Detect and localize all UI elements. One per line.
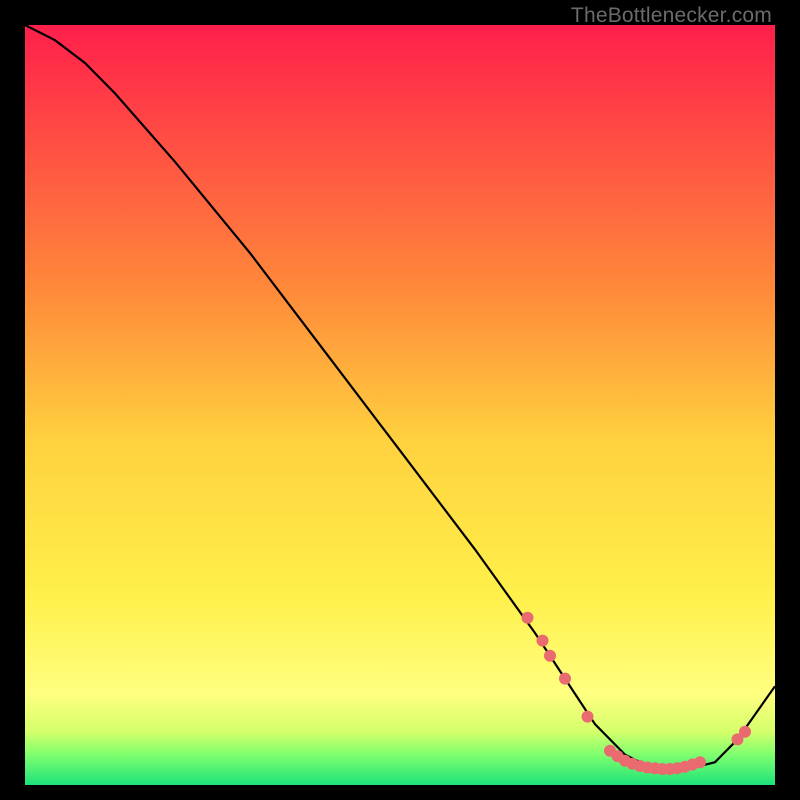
highlight-dot [544,650,556,662]
highlight-dot [582,711,594,723]
chart-background [25,25,775,785]
highlight-dot [694,756,706,768]
highlight-dot [537,635,549,647]
highlight-dot [559,673,571,685]
chart-frame [25,25,775,785]
highlight-dot [739,726,751,738]
watermark-text: TheBottlenecker.com [571,4,772,28]
chart-svg [25,25,775,785]
highlight-dot [522,612,534,624]
